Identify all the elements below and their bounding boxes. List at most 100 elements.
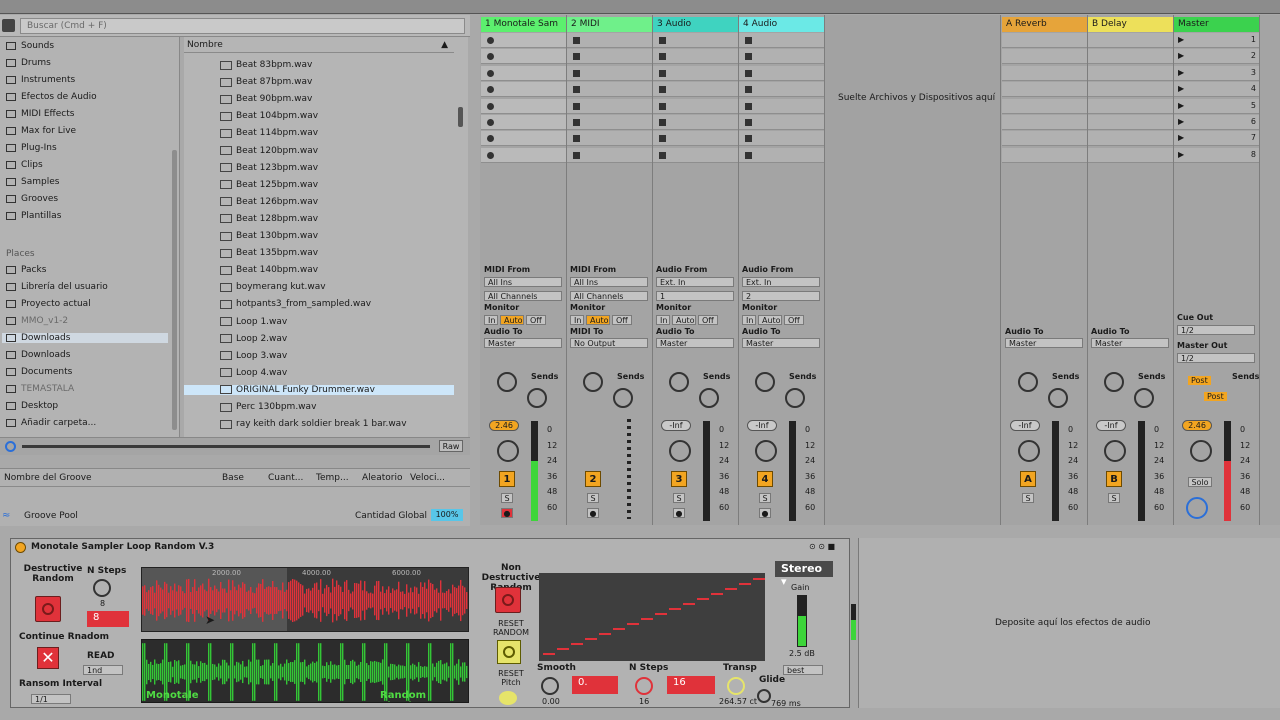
browser-toggle-icon[interactable] (2, 19, 15, 32)
output-select[interactable]: No Output (570, 338, 648, 348)
file-item[interactable]: Beat 114bpm.wav (220, 128, 318, 138)
reset-random-button[interactable] (497, 640, 521, 664)
stop-icon[interactable] (573, 151, 580, 159)
record-icon[interactable] (487, 151, 494, 159)
transp-knob[interactable] (727, 677, 745, 695)
stop-icon[interactable] (745, 86, 752, 94)
volume-value[interactable]: -Inf (1096, 420, 1126, 431)
groove-column[interactable]: Base (222, 473, 244, 483)
place-item[interactable]: Packs (6, 265, 46, 275)
stop-icon[interactable] (573, 119, 580, 126)
track-activator-button[interactable]: B (1106, 471, 1122, 487)
clip-slot[interactable]: ▶ 5 (1174, 98, 1259, 114)
random-interval-select[interactable]: 1/1 (31, 694, 71, 704)
file-item[interactable]: Beat 128bpm.wav (220, 214, 318, 224)
input-type-select[interactable]: All Ins (484, 277, 562, 287)
file-item[interactable]: Loop 1.wav (220, 317, 287, 327)
clip-slot[interactable]: ▶ 6 (1174, 115, 1259, 130)
file-item[interactable]: Beat 120bpm.wav (220, 146, 318, 156)
clip-slot[interactable] (481, 49, 566, 65)
master-out-select[interactable]: 1/2 (1177, 353, 1255, 363)
clip-slot[interactable] (1088, 147, 1173, 163)
file-item[interactable]: Beat 104bpm.wav (220, 111, 318, 121)
clip-slot[interactable] (653, 147, 738, 163)
groove-column[interactable]: Cuant... (268, 473, 303, 483)
solo-button[interactable]: S (501, 493, 513, 503)
clip-slot[interactable] (653, 33, 738, 48)
clip-slot[interactable]: ▶ 3 (1174, 65, 1259, 81)
stop-icon[interactable] (745, 102, 752, 110)
solo-button[interactable]: S (673, 493, 685, 503)
clip-slot[interactable] (567, 65, 652, 81)
preview-waveform[interactable] (22, 445, 430, 448)
stop-icon[interactable] (659, 69, 666, 77)
sort-arrow-icon[interactable]: ▲ (441, 40, 448, 50)
clip-slot[interactable] (1088, 49, 1173, 65)
stop-icon[interactable] (573, 53, 580, 61)
clip-slot[interactable] (1002, 147, 1087, 163)
category-item[interactable]: Drums (6, 58, 51, 68)
monitor-auto-button[interactable]: Auto (586, 315, 610, 325)
volume-value[interactable]: -Inf (747, 420, 777, 431)
pan-knob[interactable] (1104, 440, 1126, 462)
groove-column[interactable]: Temp... (316, 473, 349, 483)
monitor-in-button[interactable]: In (656, 315, 670, 325)
gain-meter[interactable] (797, 595, 807, 647)
track-header[interactable]: Master (1174, 17, 1259, 32)
stop-icon[interactable] (659, 37, 666, 44)
clip-slot[interactable] (739, 131, 824, 147)
monitor-auto-button[interactable]: Auto (500, 315, 524, 325)
track-activator-button[interactable]: A (1020, 471, 1036, 487)
send-a-knob[interactable] (583, 372, 603, 392)
clip-slot[interactable] (481, 82, 566, 98)
file-item[interactable]: Beat 126bpm.wav (220, 197, 318, 207)
clip-slot[interactable] (653, 131, 738, 147)
post-button[interactable]: Post (1188, 376, 1211, 385)
volume-value[interactable]: -Inf (1010, 420, 1040, 431)
category-item[interactable]: Plug-Ins (6, 143, 57, 153)
send-b-knob[interactable] (527, 388, 547, 408)
file-item[interactable]: Beat 125bpm.wav (220, 180, 318, 190)
scene-launch-icon[interactable]: ▶ (1178, 101, 1184, 110)
clip-slot[interactable] (481, 33, 566, 48)
place-item[interactable]: Proyecto actual (6, 299, 91, 309)
input-channel-select[interactable]: 1 (656, 291, 734, 301)
place-item[interactable]: Desktop (6, 401, 58, 411)
n-steps2-box[interactable]: 16 (667, 676, 715, 694)
stop-icon[interactable] (659, 102, 666, 110)
stop-icon[interactable] (573, 37, 580, 44)
category-item[interactable]: MIDI Effects (6, 109, 74, 119)
category-item[interactable]: Instruments (6, 75, 75, 85)
clip-slot[interactable] (1002, 98, 1087, 114)
clip-slot[interactable] (1088, 131, 1173, 147)
clip-slot[interactable]: ▶ 2 (1174, 49, 1259, 65)
send-a-knob[interactable] (1104, 372, 1124, 392)
groove-column[interactable]: Veloci... (410, 473, 445, 483)
read-mode-select[interactable]: 1nd (83, 665, 123, 675)
stop-icon[interactable] (659, 119, 666, 126)
file-item[interactable]: hotpants3_from_sampled.wav (220, 299, 371, 309)
clip-slot[interactable] (739, 82, 824, 98)
record-icon[interactable] (487, 53, 494, 61)
clip-slot[interactable] (567, 115, 652, 130)
track-activator-button[interactable]: 1 (499, 471, 515, 487)
clip-slot[interactable] (1002, 82, 1087, 98)
send-a-knob[interactable] (755, 372, 775, 392)
clip-slot[interactable] (1002, 115, 1087, 130)
clip-slot[interactable] (1088, 65, 1173, 81)
scene-launch-icon[interactable]: ▶ (1178, 84, 1184, 93)
file-item[interactable]: Beat 135bpm.wav (220, 248, 318, 258)
monitor-auto-button[interactable]: Auto (758, 315, 782, 325)
groove-column[interactable]: Nombre del Groove (4, 473, 92, 483)
track-activator-button[interactable]: 2 (585, 471, 601, 487)
scene-launch-icon[interactable]: ▶ (1178, 150, 1184, 159)
output-select[interactable]: Master (484, 338, 562, 348)
scene-launch-icon[interactable]: ▶ (1178, 133, 1184, 142)
file-item[interactable]: Beat 83bpm.wav (220, 60, 312, 70)
stop-icon[interactable] (745, 53, 752, 61)
volume-value[interactable]: -Inf (661, 420, 691, 431)
track-header[interactable]: B Delay (1088, 17, 1173, 32)
input-channel-select[interactable]: All Channels (484, 291, 562, 301)
scene-launch-icon[interactable]: ▶ (1178, 117, 1184, 126)
clip-slot[interactable] (1088, 33, 1173, 48)
